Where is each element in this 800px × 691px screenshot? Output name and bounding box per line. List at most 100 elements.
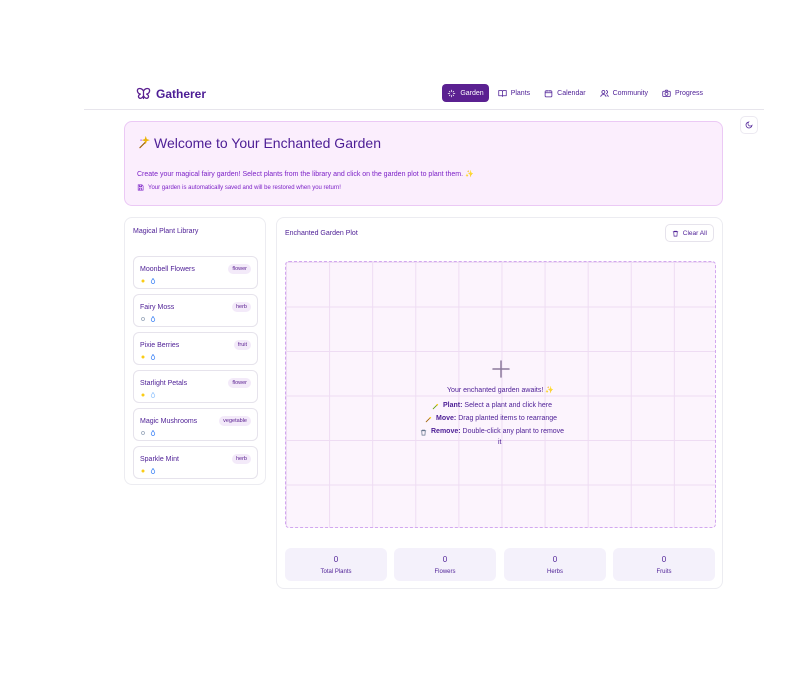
stat-value: 0 bbox=[333, 555, 339, 564]
stat-total-plants: 0 Total Plants bbox=[285, 548, 387, 581]
nav-label: Garden bbox=[460, 89, 484, 97]
plant-card-starlight-petals[interactable]: Starlight Petals flower bbox=[133, 370, 258, 403]
welcome-banner: Welcome to Your Enchanted Garden Create … bbox=[124, 121, 723, 206]
plant-library: Magical Plant Library Moonbell Flowers f… bbox=[124, 217, 266, 485]
nav-progress[interactable]: Progress bbox=[657, 84, 708, 102]
stat-flowers: 0 Flowers bbox=[394, 548, 496, 581]
plot-title: Enchanted Garden Plot bbox=[285, 230, 358, 237]
plant-needs bbox=[140, 278, 156, 284]
sun-icon bbox=[141, 469, 145, 473]
stat-label: Fruits bbox=[656, 569, 672, 575]
water-drop-icon bbox=[150, 278, 156, 284]
fairy-wand-icon bbox=[139, 136, 150, 149]
top-navbar: Gatherer Garden Plants Calendar Communit… bbox=[84, 80, 764, 110]
app-name: Gatherer bbox=[156, 86, 207, 101]
welcome-title: Welcome to Your Enchanted Garden bbox=[154, 135, 382, 151]
stat-label: Flowers bbox=[434, 569, 456, 575]
wand-icon bbox=[432, 403, 439, 410]
calendar-icon bbox=[544, 89, 553, 97]
plant-card-fairy-moss[interactable]: Fairy Moss herb bbox=[133, 294, 258, 327]
plus-icon bbox=[491, 359, 511, 379]
plant-name: Sparkle Mint bbox=[140, 456, 179, 463]
plant-card-sparkle-mint[interactable]: Sparkle Mint herb bbox=[133, 446, 258, 479]
welcome-subtitle: Create your magical fairy garden! Select… bbox=[137, 171, 474, 178]
plant-type-badge: fruit bbox=[233, 340, 251, 350]
autosave-note: Your garden is automatically saved and w… bbox=[137, 184, 341, 191]
plant-name: Fairy Moss bbox=[140, 304, 175, 311]
plant-name: Starlight Petals bbox=[140, 380, 188, 387]
water-drop-icon bbox=[150, 316, 156, 322]
stat-label: Herbs bbox=[546, 569, 563, 575]
move-label: Move: bbox=[436, 415, 457, 422]
sun-icon bbox=[141, 355, 145, 359]
nav-label: Calendar bbox=[557, 89, 586, 97]
plant-needs bbox=[140, 316, 156, 322]
plant-type-badge: herb bbox=[231, 454, 251, 464]
nav-community[interactable]: Community bbox=[595, 84, 653, 102]
plant-card-pixie-berries[interactable]: Pixie Berries fruit bbox=[133, 332, 258, 365]
welcome-heading: Welcome to Your Enchanted Garden bbox=[137, 135, 381, 151]
theme-toggle-button[interactable] bbox=[740, 116, 758, 134]
stat-herbs: 0 Herbs bbox=[504, 548, 606, 581]
plant-card-magic-mushrooms[interactable]: Magic Mushrooms vegetable bbox=[133, 408, 258, 441]
remove-label: Remove: bbox=[431, 428, 461, 435]
plant-type-badge: herb bbox=[231, 302, 251, 312]
nav-calendar[interactable]: Calendar bbox=[539, 84, 590, 102]
butterfly-logo-icon bbox=[136, 87, 151, 100]
remove-text: Double-click any plant to remove bbox=[462, 428, 565, 435]
plant-text: Select a plant and click here bbox=[464, 402, 552, 409]
garden-plot-panel: Enchanted Garden Plot Clear All Your enc… bbox=[276, 217, 723, 589]
main-nav: Garden Plants Calendar Community Progres… bbox=[442, 84, 708, 102]
stat-label: Total Plants bbox=[320, 569, 352, 575]
autosave-text: Your garden is automatically saved and w… bbox=[148, 184, 341, 191]
plant-type-badge: flower bbox=[228, 378, 251, 388]
save-icon bbox=[137, 184, 144, 191]
library-title: Magical Plant Library bbox=[133, 228, 199, 235]
plant-type-badge: flower bbox=[228, 264, 251, 274]
moon-icon bbox=[745, 121, 753, 129]
stat-fruits: 0 Fruits bbox=[613, 548, 715, 581]
trash-icon bbox=[672, 230, 678, 236]
stat-value: 0 bbox=[442, 555, 448, 564]
camera-icon bbox=[662, 89, 671, 97]
sparkles-icon bbox=[448, 89, 456, 97]
sun-icon bbox=[141, 279, 145, 283]
move-text: Drag planted items to rearrange bbox=[458, 415, 558, 422]
nav-label: Community bbox=[612, 89, 648, 97]
move-instruction: Move: Drag planted items to rearrange bbox=[425, 415, 557, 423]
book-icon bbox=[498, 89, 507, 97]
shade-icon bbox=[141, 317, 145, 321]
empty-garden-message: Your enchanted garden awaits! ✨ bbox=[447, 387, 554, 394]
water-drop-icon bbox=[150, 354, 156, 360]
clear-all-button[interactable]: Clear All bbox=[664, 224, 714, 242]
stat-value: 0 bbox=[661, 555, 667, 564]
sun-icon bbox=[141, 393, 145, 397]
plant-name: Magic Mushrooms bbox=[140, 418, 198, 425]
plant-label: Plant: bbox=[443, 402, 463, 409]
nav-label: Progress bbox=[674, 89, 703, 97]
plant-needs bbox=[140, 468, 156, 474]
water-drop-icon bbox=[150, 468, 156, 474]
plant-type-badge: vegetable bbox=[219, 416, 251, 426]
trash-icon bbox=[420, 429, 427, 436]
users-icon bbox=[599, 89, 609, 97]
water-drop-icon bbox=[150, 430, 156, 436]
plant-needs bbox=[140, 392, 156, 398]
remove-instruction: Remove: Double-click any plant to remove bbox=[420, 428, 564, 436]
nav-garden[interactable]: Garden bbox=[442, 84, 489, 102]
stat-value: 0 bbox=[552, 555, 558, 564]
plant-needs bbox=[140, 354, 156, 360]
brand[interactable]: Gatherer bbox=[136, 86, 206, 101]
nav-plants[interactable]: Plants bbox=[493, 84, 535, 102]
plant-card-moonbell-flowers[interactable]: Moonbell Flowers flower bbox=[133, 256, 258, 289]
garden-plot-grid[interactable]: Your enchanted garden awaits! ✨ Plant: S… bbox=[285, 261, 716, 528]
app-page: Gatherer Garden Plants Calendar Communit… bbox=[0, 0, 800, 691]
plant-needs bbox=[140, 430, 156, 436]
remove-instruction-wrap: it bbox=[498, 439, 502, 446]
plant-instruction: Plant: Select a plant and click here bbox=[432, 402, 552, 410]
clear-all-label: Clear All bbox=[682, 229, 707, 237]
shade-icon bbox=[141, 431, 145, 435]
plant-name: Moonbell Flowers bbox=[140, 266, 195, 273]
nav-label: Plants bbox=[510, 89, 531, 97]
water-drop-icon bbox=[150, 392, 156, 398]
